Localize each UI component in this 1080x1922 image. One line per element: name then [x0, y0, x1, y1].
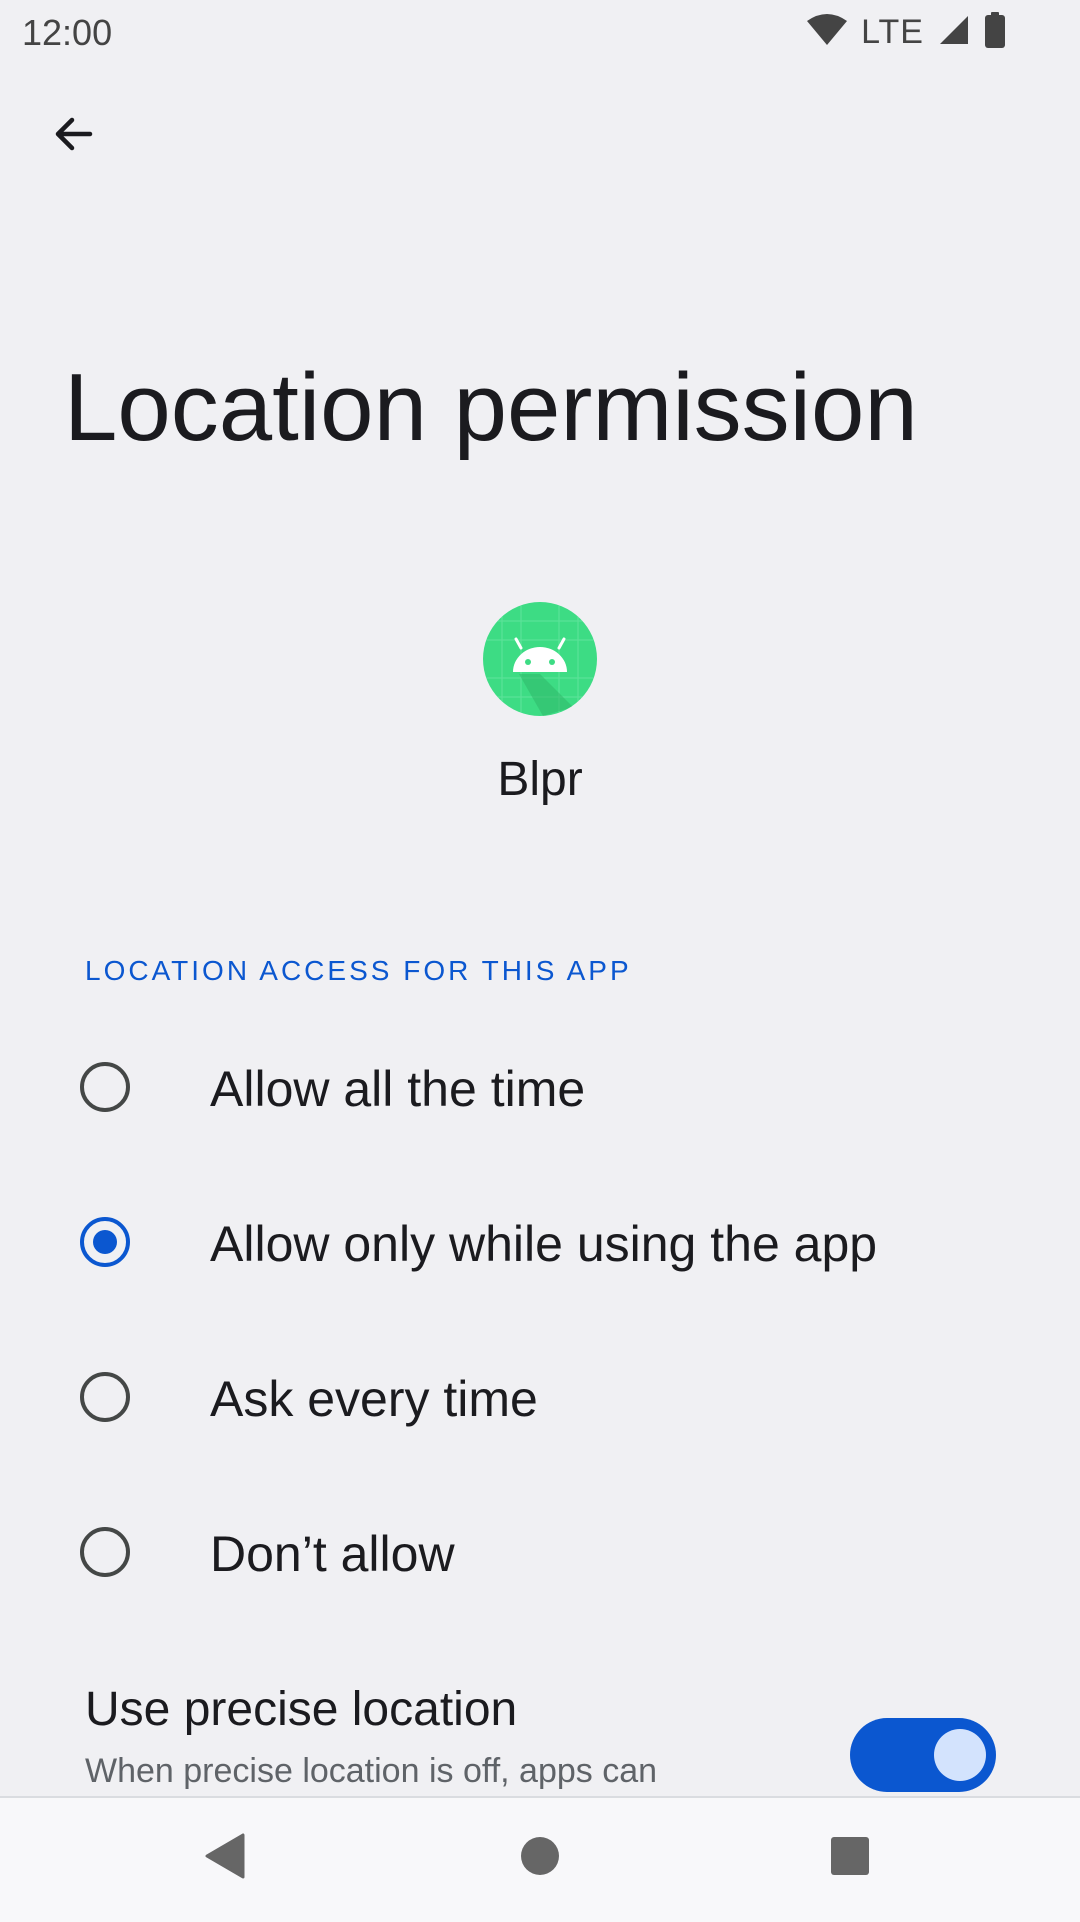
cell-signal-icon	[938, 14, 970, 51]
nav-home-button[interactable]	[510, 1828, 570, 1888]
network-type-label: LTE	[861, 12, 924, 51]
toggle-knob	[934, 1729, 986, 1781]
back-triangle-icon	[203, 1833, 247, 1884]
status-time: 12:00	[22, 12, 113, 53]
recents-square-icon	[830, 1836, 870, 1881]
option-ask-every-time[interactable]: Ask every time	[60, 1342, 1040, 1452]
option-label: Ask every time	[210, 1371, 538, 1427]
wifi-icon	[807, 13, 848, 52]
android-app-icon	[483, 602, 597, 716]
nav-recents-button[interactable]	[820, 1828, 880, 1888]
option-dont-allow[interactable]: Don’t allow	[60, 1497, 1040, 1607]
nav-back-button[interactable]	[195, 1828, 255, 1888]
arrow-back-icon	[50, 110, 98, 163]
home-circle-icon	[520, 1836, 560, 1881]
app-name: Blpr	[497, 753, 583, 806]
page-title: Location permission	[64, 354, 918, 461]
option-label: Don’t allow	[210, 1526, 455, 1582]
section-header: LOCATION ACCESS FOR THIS APP	[85, 955, 632, 986]
precise-location-description: When precise location is off, apps can	[85, 1752, 658, 1790]
radio-unchecked-icon[interactable]	[80, 1527, 130, 1577]
precise-location-toggle[interactable]	[850, 1718, 996, 1792]
status-bar: 12:00 LTE	[0, 0, 1080, 64]
radio-checked-icon[interactable]	[80, 1217, 130, 1267]
option-label: Allow all the time	[210, 1061, 586, 1117]
option-label: Allow only while using the app	[210, 1216, 878, 1272]
precise-location-row[interactable]: Use precise location When precise locati…	[0, 1660, 1080, 1796]
radio-unchecked-icon[interactable]	[80, 1062, 130, 1112]
option-allow-while-using[interactable]: Allow only while using the app	[60, 1187, 1040, 1297]
radio-unchecked-icon[interactable]	[80, 1372, 130, 1422]
option-allow-all-the-time[interactable]: Allow all the time	[60, 1032, 1040, 1142]
status-icons: LTE	[807, 11, 1006, 53]
back-button[interactable]	[38, 100, 110, 172]
precise-location-title: Use precise location	[85, 1683, 518, 1736]
battery-icon	[984, 11, 1006, 53]
navigation-bar	[0, 1796, 1080, 1922]
